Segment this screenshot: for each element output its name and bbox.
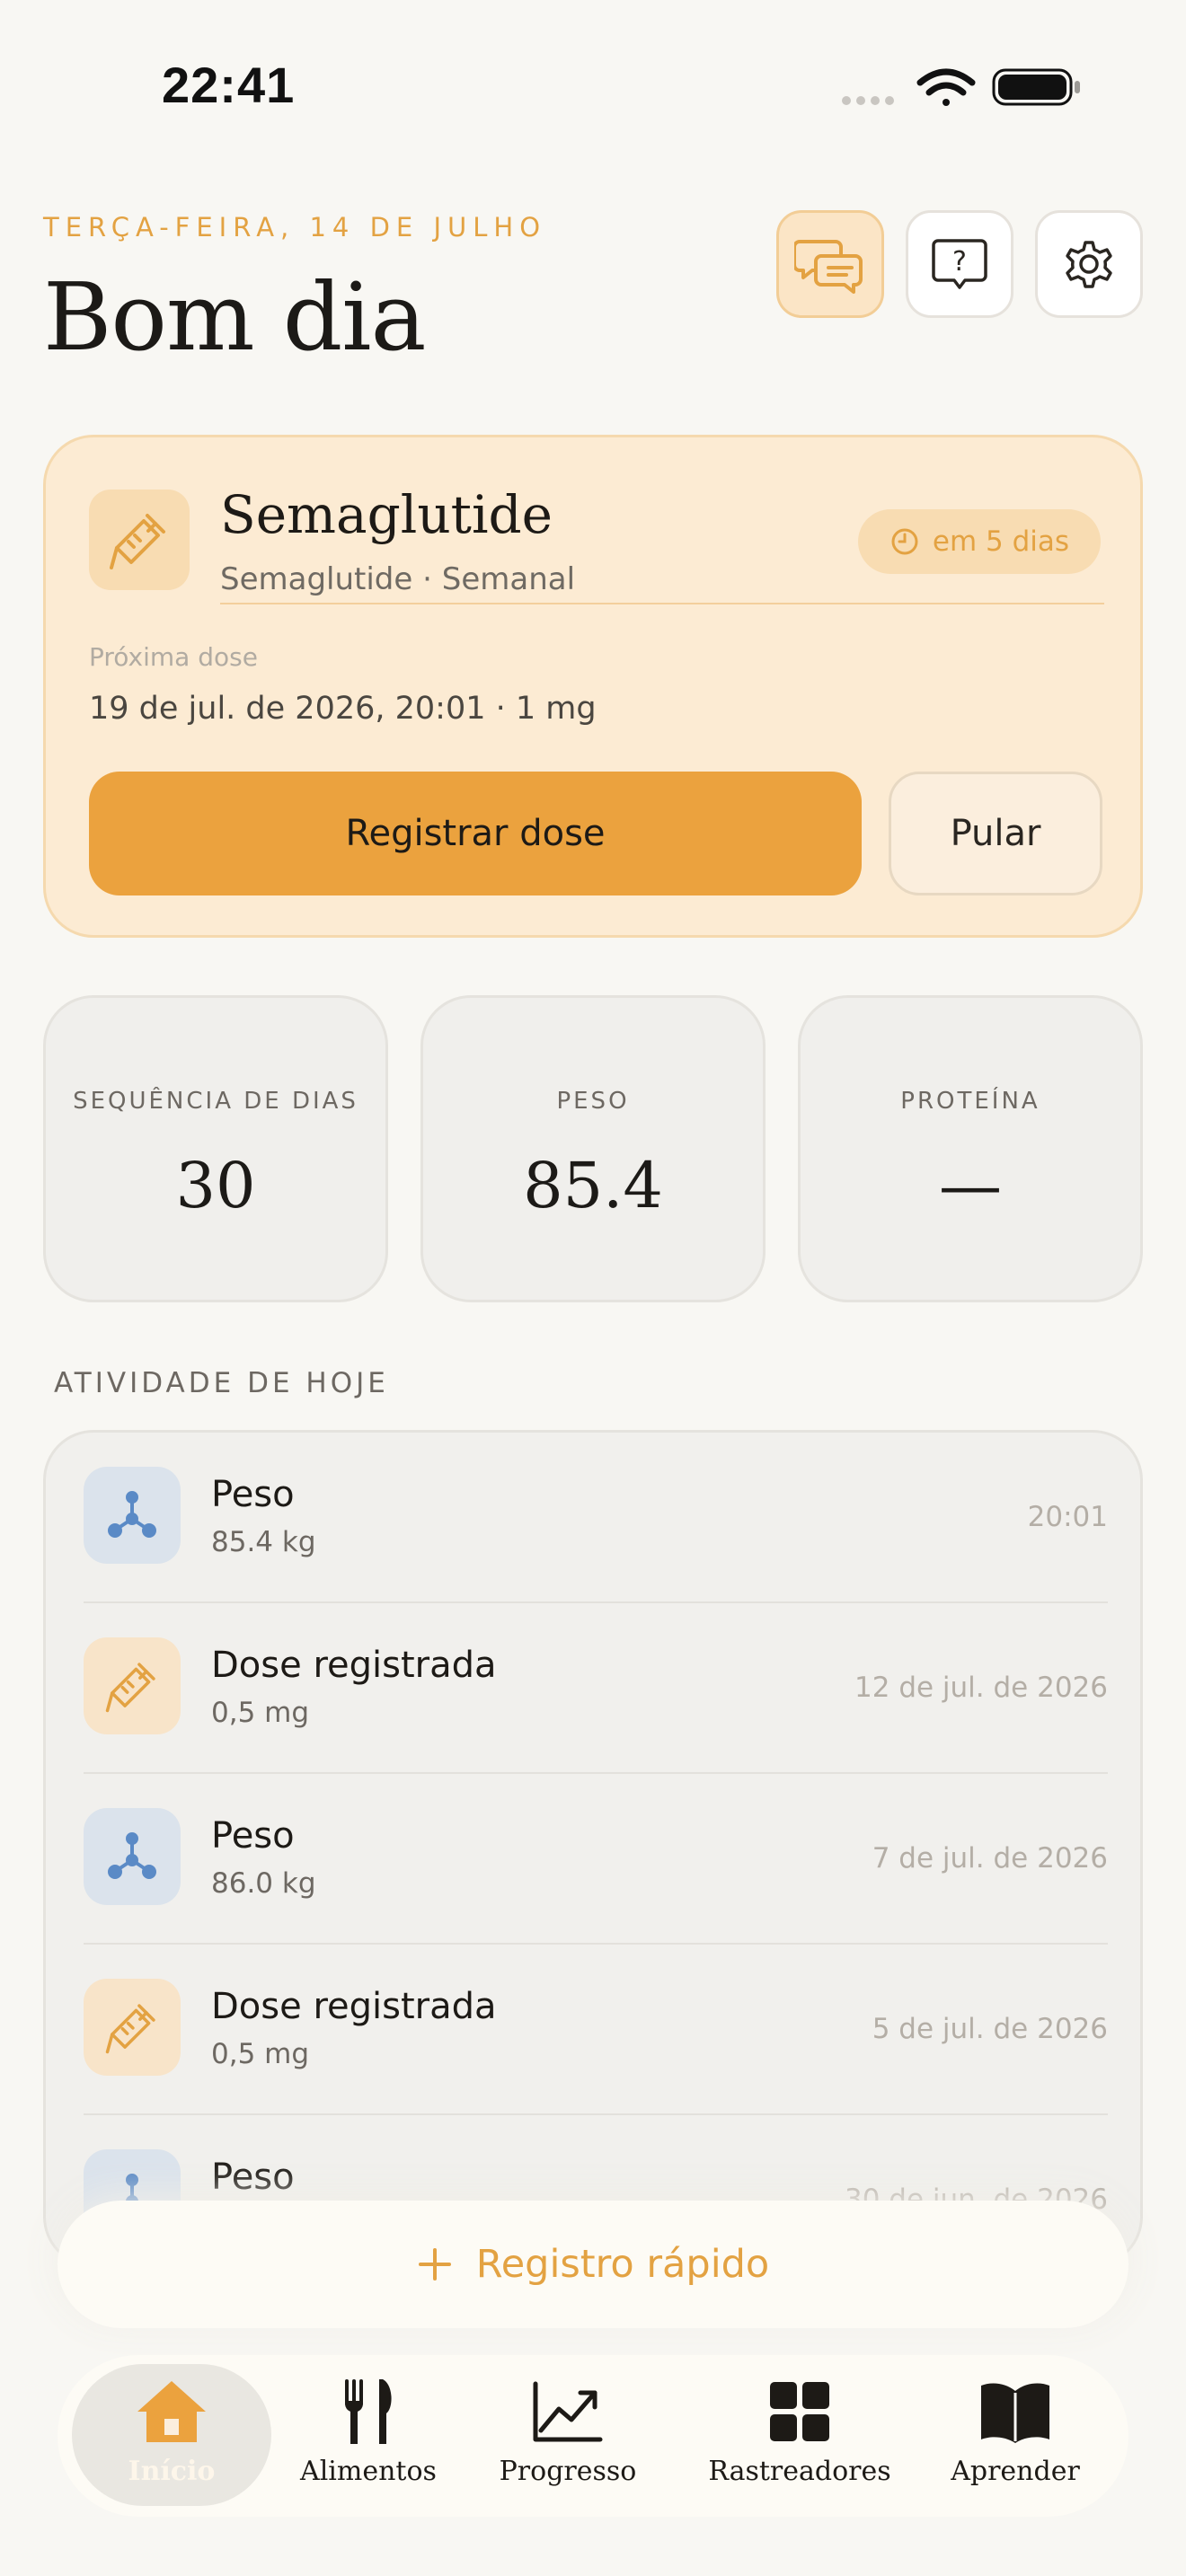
status-time: 22:41 xyxy=(162,57,296,113)
activity-row[interactable]: Peso 85.4 kg 20:01 xyxy=(46,1433,1140,1603)
book-icon xyxy=(981,2383,1049,2443)
activity-list: Peso 85.4 kg 20:01 Dose registrada 0,5 m… xyxy=(43,1430,1143,2267)
activity-title: Peso xyxy=(211,1815,295,1857)
medication-name: Semaglutide xyxy=(220,484,553,545)
stat-streak-card[interactable]: SEQUÊNCIA DE DIAS 30 xyxy=(43,995,388,1302)
next-dose-value: 19 de jul. de 2026, 20:01 · 1 mg xyxy=(89,691,597,727)
tab-label: Início xyxy=(128,2456,216,2487)
help-button[interactable]: ? xyxy=(906,210,1013,318)
home-icon xyxy=(137,2381,206,2442)
svg-text:?: ? xyxy=(952,246,967,278)
greeting-title: Bom dia xyxy=(43,262,427,372)
activity-time: 20:01 xyxy=(1027,1501,1108,1533)
tab-progress[interactable]: Progresso xyxy=(478,2373,658,2508)
activity-row[interactable]: Dose registrada 0,5 mg 5 de jul. de 2026 xyxy=(46,1945,1140,2115)
stat-protein-card[interactable]: PROTEÍNA — xyxy=(798,995,1143,1302)
help-icon: ? xyxy=(932,239,987,289)
tab-label: Alimentos xyxy=(300,2456,437,2487)
syringe-icon xyxy=(105,2004,155,2054)
syringe-icon xyxy=(105,1663,155,1713)
plus-icon xyxy=(418,2248,451,2280)
badge-label: em 5 dias xyxy=(932,525,1070,558)
log-dose-button[interactable]: Registrar dose xyxy=(89,772,862,895)
cellular-signal-icon xyxy=(842,96,894,105)
date-label: TERÇA-FEIRA, 14 DE JULHO xyxy=(43,212,547,243)
skip-dose-button[interactable]: Pular xyxy=(889,772,1102,895)
tab-trackers[interactable]: Rastreadores xyxy=(692,2373,907,2508)
activity-row[interactable]: Dose registrada 0,5 mg 12 de jul. de 202… xyxy=(46,1603,1140,1774)
medication-card: Semaglutide Semaglutide · Semanal em 5 d… xyxy=(43,435,1143,938)
tab-label: Aprender xyxy=(951,2456,1080,2487)
clock-icon xyxy=(891,528,918,555)
fork-knife-icon xyxy=(345,2379,392,2444)
activity-time: 7 de jul. de 2026 xyxy=(872,1842,1108,1875)
activity-icon-box xyxy=(84,1979,181,2076)
stat-label: SEQUÊNCIA DE DIAS xyxy=(73,1088,358,1115)
tab-home[interactable]: Início xyxy=(72,2373,271,2508)
activity-icon-box xyxy=(84,1637,181,1734)
next-dose-badge: em 5 dias xyxy=(858,509,1101,574)
activity-time: 12 de jul. de 2026 xyxy=(854,1672,1108,1704)
status-icons xyxy=(836,63,1087,108)
stat-weight-card[interactable]: PESO 85.4 xyxy=(420,995,766,1302)
weight-icon xyxy=(108,1832,156,1879)
activity-row[interactable]: Peso 86.0 kg 7 de jul. de 2026 xyxy=(46,1774,1140,1945)
tab-label: Rastreadores xyxy=(708,2456,891,2487)
stat-label: PROTEÍNA xyxy=(900,1088,1040,1115)
activity-subtitle: 0,5 mg xyxy=(211,1697,310,1729)
grid-icon xyxy=(770,2382,829,2441)
activity-subtitle: 85.4 kg xyxy=(211,1526,316,1558)
activity-time: 5 de jul. de 2026 xyxy=(872,2013,1108,2045)
wifi-icon xyxy=(916,68,976,106)
chart-icon xyxy=(533,2381,603,2442)
quick-log-label: Registro rápido xyxy=(475,2242,770,2287)
tab-label: Progresso xyxy=(499,2456,637,2487)
activity-section-title: ATIVIDADE DE HOJE xyxy=(54,1367,389,1399)
activity-title: Dose registrada xyxy=(211,1986,497,2027)
activity-title: Dose registrada xyxy=(211,1645,497,1686)
next-dose-label: Próxima dose xyxy=(89,642,258,672)
quick-log-button[interactable]: Registro rápido xyxy=(58,2201,1128,2328)
tab-foods[interactable]: Alimentos xyxy=(279,2373,458,2508)
weight-icon xyxy=(108,1491,156,1538)
stat-value: — xyxy=(939,1149,1002,1222)
medication-subtitle: Semaglutide · Semanal xyxy=(220,561,576,597)
stat-value: 30 xyxy=(175,1149,256,1222)
gear-icon xyxy=(1066,241,1112,288)
tab-learn[interactable]: Aprender xyxy=(925,2373,1105,2508)
activity-subtitle: 86.0 kg xyxy=(211,1867,316,1900)
tab-bar: Início Alimentos Progresso Rastreadores … xyxy=(58,2355,1128,2517)
stat-label: PESO xyxy=(556,1088,630,1115)
activity-icon-box xyxy=(84,1467,181,1564)
syringe-icon xyxy=(110,514,165,569)
activity-title: Peso xyxy=(211,1474,295,1515)
battery-icon xyxy=(992,68,1080,106)
chat-button[interactable] xyxy=(776,210,884,318)
chat-bubbles-icon xyxy=(794,240,863,294)
settings-button[interactable] xyxy=(1035,210,1143,318)
divider xyxy=(220,603,1104,604)
activity-title: Peso xyxy=(211,2157,295,2198)
activity-subtitle: 0,5 mg xyxy=(211,2038,310,2070)
medication-icon-box xyxy=(89,490,190,590)
stat-value: 85.4 xyxy=(523,1149,663,1222)
activity-icon-box xyxy=(84,1808,181,1905)
